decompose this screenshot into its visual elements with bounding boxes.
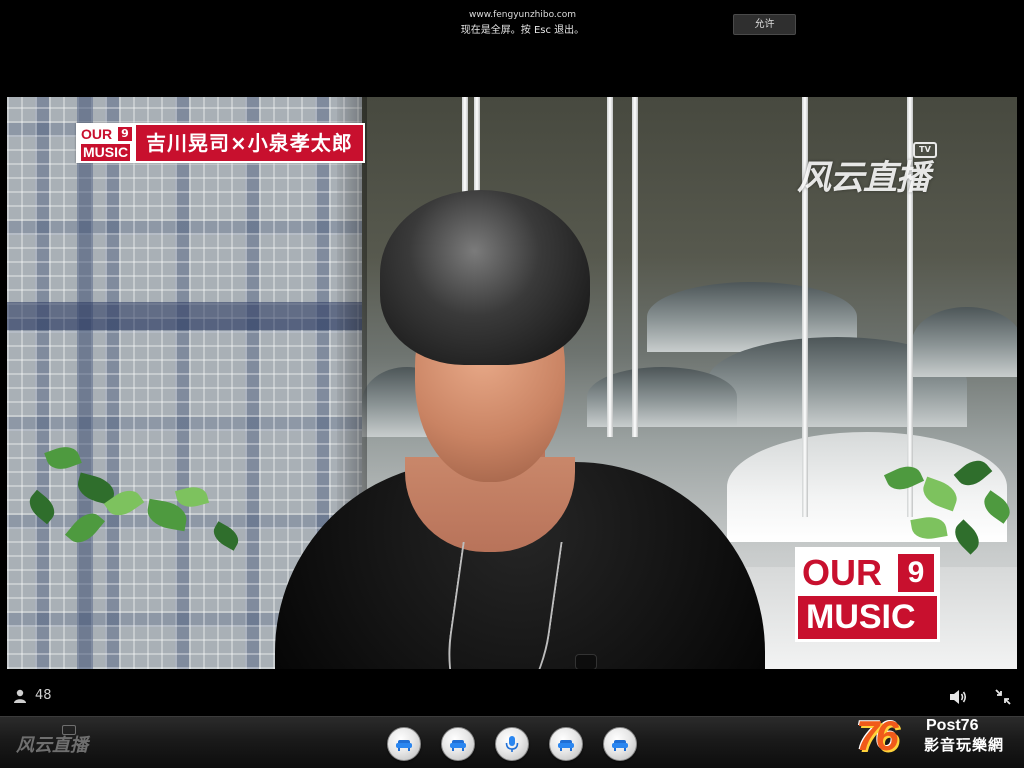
sofa-icon [450,740,466,751]
fullscreen-notice-message: 现在是全屏。按 Esc 退出。 [460,25,585,36]
tv-icon [62,725,76,735]
user-icon [14,689,26,703]
fengyun-logo: 风云直播 [16,735,88,756]
our-music-logo-small: OUR 9 MUSIC [78,125,136,161]
lapel-mic [575,654,597,669]
sofa-button[interactable] [549,727,583,761]
program-caption: 吉川晃司×小泉孝太郎 [136,125,363,161]
microphone-icon [505,736,519,752]
status-row: 48 [0,682,1024,712]
post76-watermark: 76 Post76 影音玩樂網 [856,712,1005,759]
fullscreen-player: www.fengyunzhibo.com 现在是全屏。按 Esc 退出。 允许 [0,0,1024,768]
fullscreen-notice-url: www.fengyunzhibo.com [468,10,577,20]
fengyun-watermark: 风云直播 TV [797,142,977,202]
sofa-button[interactable] [387,727,421,761]
tv-icon: TV [913,142,937,158]
sofa-icon [612,740,628,751]
sofa-button[interactable] [603,727,637,761]
program-title-badge: OUR 9 MUSIC 吉川晃司×小泉孝太郎 [76,123,365,163]
sofa-icon [558,740,574,751]
fullscreen-notice: www.fengyunzhibo.com 现在是全屏。按 Esc 退出。 [380,8,665,38]
video-frame[interactable]: OUR 9 MUSIC 吉川晃司×小泉孝太郎 风云直播 TV OUR 9 MUS… [7,97,1017,669]
studio-dome [912,307,1017,377]
exit-fullscreen-icon[interactable] [994,688,1012,706]
interviewee [275,182,765,669]
allow-button[interactable]: 允许 [733,14,796,35]
volume-icon[interactable] [948,688,968,706]
sofa-button[interactable] [441,727,475,761]
hair [380,190,590,365]
sofa-icon [396,740,412,751]
our-music-logo: OUR 9 MUSIC [795,547,940,642]
microphone-button[interactable] [495,727,529,761]
viewer-count: 48 [35,688,52,703]
